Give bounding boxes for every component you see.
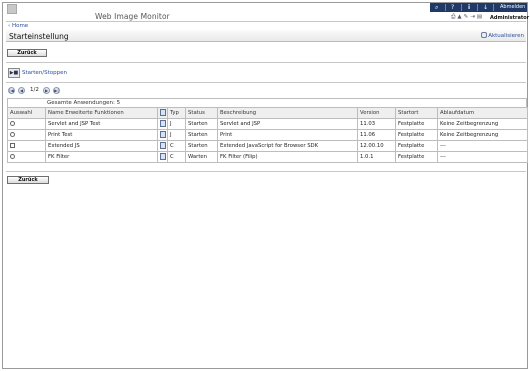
- toolbar-divider: [445, 4, 446, 11]
- table-row[interactable]: Servlet and JSP Test J Starten Servlet a…: [7, 118, 528, 130]
- table-row[interactable]: Extended JS C Starten Extended JavaScrip…: [7, 140, 528, 152]
- cell-icon: [157, 140, 168, 152]
- start-stop-icon: ▶■: [8, 68, 20, 78]
- cell-name: Extended JS: [45, 140, 158, 152]
- first-page-icon[interactable]: |◀: [8, 87, 15, 94]
- browser-frame: Web Image Monitor ⌕ ? i ↓ Abmelden ⎙▲✎⇥▤…: [2, 2, 529, 369]
- document-icon: [160, 120, 166, 127]
- arrow-down-icon[interactable]: ↓: [483, 4, 488, 11]
- prev-page-icon[interactable]: ◀: [18, 87, 25, 94]
- document-icon[interactable]: ▤: [477, 14, 484, 20]
- header-toolbar: ⌕ ? i ↓ Abmelden: [430, 3, 527, 12]
- refresh-button[interactable]: Aktualisieren: [481, 32, 524, 39]
- cell-location: Festplatte: [395, 151, 438, 163]
- cell-description: Extended JavaScript for Browser SDK: [217, 140, 358, 152]
- col-select: Auswahl: [7, 107, 46, 119]
- device-status-icons: ⎙▲✎⇥▤: [451, 14, 484, 21]
- cell-location: Festplatte: [395, 129, 438, 141]
- cell-name: FK Filter: [45, 151, 158, 163]
- info-icon[interactable]: i: [468, 4, 470, 11]
- cell-icon: [157, 129, 168, 141]
- select-checkbox[interactable]: [10, 142, 15, 148]
- document-icon: [160, 131, 166, 138]
- row-select[interactable]: [7, 129, 46, 141]
- cell-icon: [157, 151, 168, 163]
- cell-status: Starten: [185, 129, 218, 141]
- back-button-bottom[interactable]: Zurück: [7, 176, 49, 184]
- col-description[interactable]: Beschreibung: [217, 107, 358, 119]
- cell-version: 1.0.1: [357, 151, 396, 163]
- cell-icon: [157, 118, 168, 130]
- cell-name: Print Test: [45, 129, 158, 141]
- cell-description: Servlet and JSP: [217, 118, 358, 130]
- select-radio[interactable]: [10, 120, 15, 126]
- chevron-left-icon: ‹: [8, 23, 11, 29]
- logo-icon: [7, 4, 17, 14]
- toolbar-divider: [493, 4, 494, 11]
- cell-location: Festplatte: [395, 140, 438, 152]
- applications-table: Gesamte Anwendungen: 5 Auswahl Name Erwe…: [7, 98, 528, 163]
- divider: [6, 171, 526, 172]
- col-expiry[interactable]: Ablaufdatum: [437, 107, 528, 119]
- page-title-bar: Starteinstellung Aktualisieren: [6, 30, 526, 42]
- cell-version: 11.06: [357, 129, 396, 141]
- cell-expiry: ---: [437, 140, 528, 152]
- home-link-label: Home: [11, 23, 29, 29]
- cell-type: J: [167, 118, 186, 130]
- row-select[interactable]: [7, 140, 46, 152]
- cell-description: FK Filter (Filip): [217, 151, 358, 163]
- document-icon: [160, 109, 166, 116]
- cell-status: Starten: [185, 140, 218, 152]
- page-indicator: 1/2: [30, 87, 39, 93]
- cell-version: 12.00.10: [357, 140, 396, 152]
- next-page-icon[interactable]: ▶: [43, 87, 50, 94]
- start-stop-label: Starten/Stoppen: [22, 70, 68, 76]
- col-version[interactable]: Version: [357, 107, 396, 119]
- cell-description: Print: [217, 129, 358, 141]
- last-page-icon[interactable]: ▶|: [53, 87, 60, 94]
- top-bar: Web Image Monitor ⌕ ? i ↓ Abmelden ⎙▲✎⇥▤…: [3, 3, 529, 21]
- table-row[interactable]: Print Test J Starten Print 11.06 Festpla…: [7, 129, 528, 141]
- cell-version: 11.03: [357, 118, 396, 130]
- table-row[interactable]: FK Filter C Warten FK Filter (Filip) 1.0…: [7, 151, 528, 163]
- toolbar-divider: [461, 4, 462, 11]
- cell-location: Festplatte: [395, 118, 438, 130]
- document-icon: [160, 153, 166, 160]
- cell-expiry: ---: [437, 151, 528, 163]
- col-icon: [157, 107, 168, 119]
- cell-type: J: [167, 129, 186, 141]
- scan-icon[interactable]: ⇥: [470, 14, 477, 20]
- table-header-row: Auswahl Name Erweiterte Funktionen Typ S…: [7, 107, 528, 119]
- select-radio[interactable]: [10, 153, 15, 159]
- document-icon: [160, 142, 166, 149]
- app-title: Web Image Monitor: [95, 12, 170, 21]
- col-type[interactable]: Typ: [167, 107, 186, 119]
- search-icon[interactable]: ⌕: [435, 4, 438, 11]
- toolbar-divider: [477, 4, 478, 11]
- col-name[interactable]: Name Erweiterte Funktionen: [45, 107, 158, 119]
- row-select[interactable]: [7, 118, 46, 130]
- cell-status: Starten: [185, 118, 218, 130]
- logout-link[interactable]: Abmelden: [500, 4, 525, 11]
- cell-expiry: Keine Zeitbegrenzung: [437, 129, 528, 141]
- refresh-icon: [481, 32, 488, 38]
- home-link[interactable]: ‹ Home: [8, 23, 28, 29]
- row-select[interactable]: [7, 151, 46, 163]
- back-button-top[interactable]: Zurück: [7, 49, 47, 57]
- page-title: Starteinstellung: [9, 32, 69, 41]
- col-location[interactable]: Startort: [395, 107, 438, 119]
- select-radio[interactable]: [10, 131, 15, 137]
- cell-expiry: Keine Zeitbegrenzung: [437, 118, 528, 130]
- cell-type: C: [167, 151, 186, 163]
- total-applications: Gesamte Anwendungen: 5: [7, 98, 527, 107]
- col-status[interactable]: Status: [185, 107, 218, 119]
- help-icon[interactable]: ?: [451, 4, 454, 11]
- cell-name: Servlet and JSP Test: [45, 118, 158, 130]
- refresh-label: Aktualisieren: [488, 33, 524, 39]
- divider: [6, 62, 526, 63]
- cell-status: Warten: [185, 151, 218, 163]
- breadcrumb: ‹ Home: [6, 21, 526, 29]
- divider: [6, 82, 526, 83]
- cell-type: C: [167, 140, 186, 152]
